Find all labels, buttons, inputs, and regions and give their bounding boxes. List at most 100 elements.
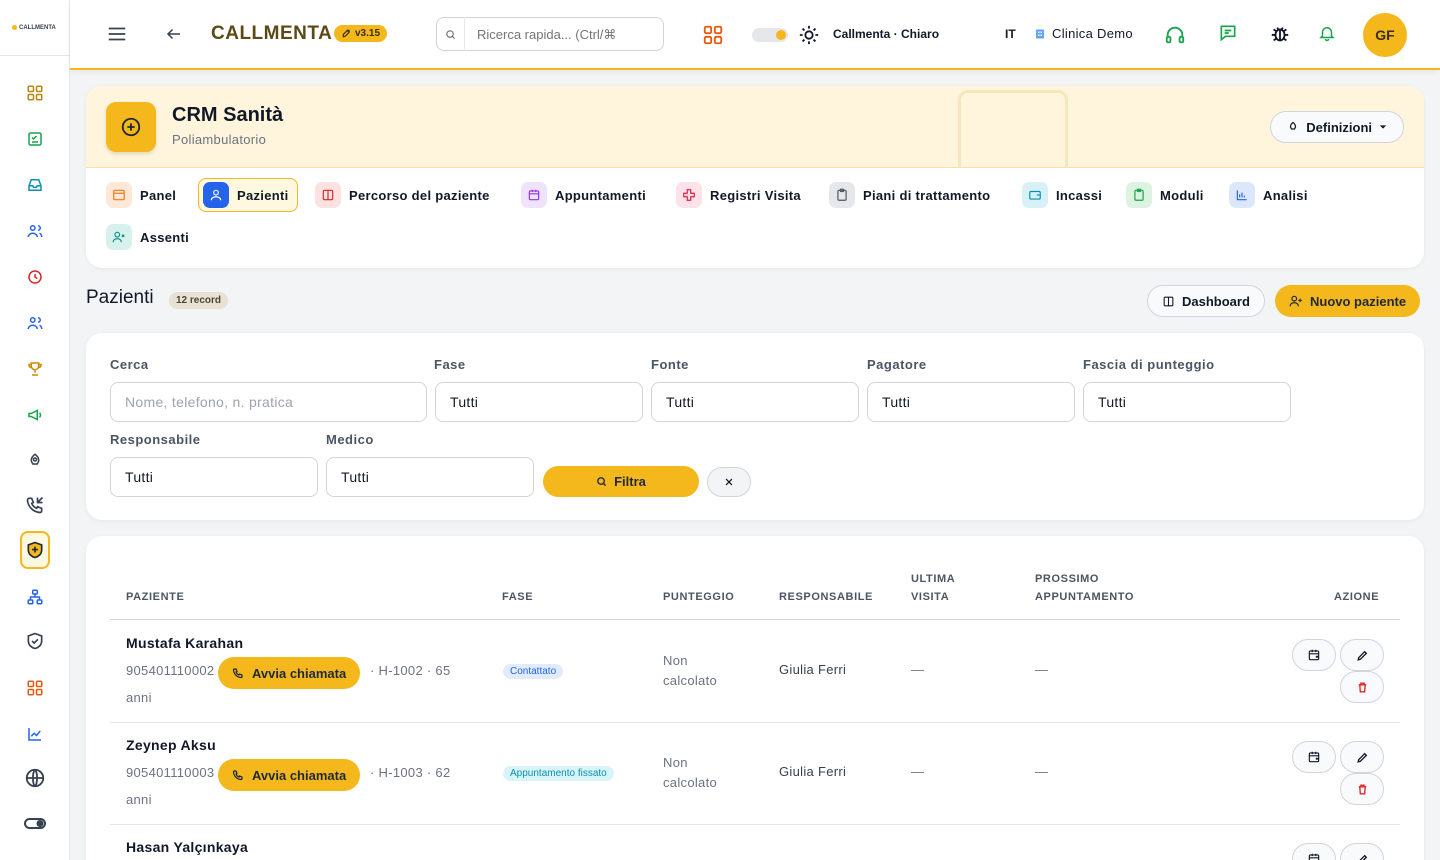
last-visit-cell: — [911, 662, 925, 677]
doctor-select[interactable]: Tutti [326, 457, 534, 497]
clinic-selector[interactable]: Clinica Demo [1034, 26, 1133, 41]
payer-filter-label: Pagatore [867, 357, 927, 372]
menu-icon[interactable] [106, 23, 128, 45]
score-select[interactable]: Tutti [1083, 382, 1291, 422]
tab-forms[interactable]: Moduli [1122, 178, 1212, 212]
tab-absent[interactable]: Assenti [102, 220, 197, 254]
quick-search[interactable] [436, 17, 664, 51]
sidebar-rocket-icon[interactable] [22, 448, 48, 474]
search-filter-input[interactable]: Nome, telefono, n. pratica [110, 382, 427, 422]
edit-button[interactable] [1340, 843, 1384, 860]
definitions-button[interactable]: Definizioni [1270, 111, 1404, 143]
patient-name[interactable]: Mustafa Karahan [126, 635, 243, 651]
column-header-score[interactable]: PUNTEGGIO [663, 588, 734, 606]
column-header-last-visit[interactable]: ULTIMA VISITA [911, 570, 955, 606]
sidebar-apps-icon[interactable] [22, 675, 48, 701]
start-call-button[interactable]: Avvia chiamata [218, 657, 361, 689]
sidebar-globe-icon[interactable] [22, 765, 48, 791]
tab-label: Piani di trattamento [863, 187, 991, 203]
sidebar-dashboard-icon[interactable] [22, 80, 48, 106]
new-patient-button[interactable]: Nuovo paziente [1275, 285, 1421, 317]
apps-grid-icon[interactable] [702, 24, 724, 46]
new-patient-label: Nuovo paziente [1310, 293, 1407, 309]
pencil-icon [1356, 752, 1367, 763]
phone-icon [232, 668, 243, 679]
calendar-plus-icon [1308, 751, 1320, 763]
payer-select[interactable]: Tutti [867, 382, 1075, 422]
sidebar-chart-line-icon[interactable] [22, 721, 48, 747]
filter-button-label: Filtra [614, 474, 646, 489]
source-select[interactable]: Tutti [651, 382, 859, 422]
tab-patient-journey[interactable]: Percorso del paziente [311, 178, 498, 212]
sidebar-phone-incoming-icon[interactable] [22, 492, 48, 518]
edit-button[interactable] [1340, 639, 1384, 671]
tab-patients[interactable]: Pazienti [198, 178, 298, 212]
edit-button[interactable] [1340, 741, 1384, 773]
row-divider [110, 824, 1400, 825]
tab-panel[interactable]: Panel [102, 178, 184, 212]
sidebar-contacts-icon[interactable] [22, 218, 48, 244]
tab-visit-records[interactable]: Registri Visita [672, 178, 809, 212]
column-header-owner[interactable]: RESPONSABILE [779, 588, 873, 606]
owner-cell: Giulia Ferri [779, 662, 847, 677]
sidebar-megaphone-icon[interactable] [22, 402, 48, 428]
brand-name[interactable]: CALLMENTA [211, 23, 332, 45]
sidebar-org-chart-icon[interactable] [22, 584, 48, 610]
sidebar-logo[interactable]: CALLMENTA [0, 0, 69, 56]
clear-filters-button[interactable] [707, 467, 751, 497]
schedule-appointment-button[interactable] [1292, 639, 1336, 671]
tab-appointments[interactable]: Appuntamenti [517, 178, 654, 212]
chat-icon[interactable] [1218, 23, 1238, 43]
plus-circle-icon [106, 102, 156, 152]
source-filter-label: Fonte [651, 357, 689, 372]
headset-icon[interactable] [1164, 24, 1186, 46]
calendar-icon [521, 182, 547, 208]
owner-select[interactable]: Tutti [110, 457, 318, 497]
back-arrow-icon[interactable] [165, 25, 183, 43]
sidebar-health-crm-icon[interactable] [20, 531, 50, 569]
patient-name[interactable]: Zeynep Aksu [126, 737, 216, 753]
module-title: CRM Sanità [172, 104, 284, 126]
bell-icon[interactable] [1318, 24, 1336, 42]
chevron-down-icon [1379, 125, 1387, 129]
sidebar-users-icon[interactable] [22, 310, 48, 336]
clinic-name: Clinica Demo [1052, 26, 1133, 41]
tab-label: Appuntamenti [555, 187, 646, 203]
patient-name[interactable]: Hasan Yalçınkaya [126, 839, 248, 855]
sidebar-tasks-icon[interactable] [22, 126, 48, 152]
user-plus-icon [1289, 295, 1302, 307]
patient-phone: 905401110002 [126, 663, 215, 678]
sidebar-trophy-icon[interactable] [22, 356, 48, 382]
sidebar-shield-check-icon[interactable] [22, 628, 48, 654]
theme-toggle[interactable] [752, 28, 788, 42]
tab-payments[interactable]: Incassi [1018, 178, 1110, 212]
tab-treatment-plans[interactable]: Piani di trattamento [825, 178, 998, 212]
sun-icon[interactable] [798, 24, 820, 46]
sidebar-toggle-icon[interactable] [22, 810, 48, 836]
phase-badge: Contattato [503, 664, 564, 679]
theme-label[interactable]: Callmenta · Chiaro [833, 27, 939, 41]
user-icon [203, 182, 229, 208]
sidebar-inbox-icon[interactable] [22, 172, 48, 198]
sidebar-clock-icon[interactable] [22, 264, 48, 290]
start-call-button[interactable]: Avvia chiamata [218, 759, 361, 791]
language-selector[interactable]: IT [1005, 27, 1016, 41]
column-header-next-appointment[interactable]: PROSSIMO APPUNTAMENTO [1035, 570, 1134, 606]
filter-button[interactable]: Filtra [543, 466, 699, 497]
delete-button[interactable] [1340, 773, 1384, 805]
score-line: Non [663, 755, 688, 770]
delete-button[interactable] [1340, 671, 1384, 703]
schedule-appointment-button[interactable] [1292, 741, 1336, 773]
dashboard-button[interactable]: Dashboard [1147, 285, 1265, 317]
next-appointment-cell: — [1035, 764, 1049, 779]
column-header-patient[interactable]: PAZIENTE [126, 588, 184, 606]
user-avatar[interactable]: GF [1363, 13, 1407, 57]
tab-analytics[interactable]: Analisi [1225, 178, 1316, 212]
tab-label: Registri Visita [710, 187, 801, 203]
schedule-appointment-button[interactable] [1292, 843, 1336, 860]
bug-icon[interactable] [1269, 23, 1291, 45]
quick-search-input[interactable] [465, 26, 655, 42]
rocket-icon [342, 29, 350, 38]
phase-select[interactable]: Tutti [435, 382, 643, 422]
column-header-phase[interactable]: FASE [502, 588, 533, 606]
